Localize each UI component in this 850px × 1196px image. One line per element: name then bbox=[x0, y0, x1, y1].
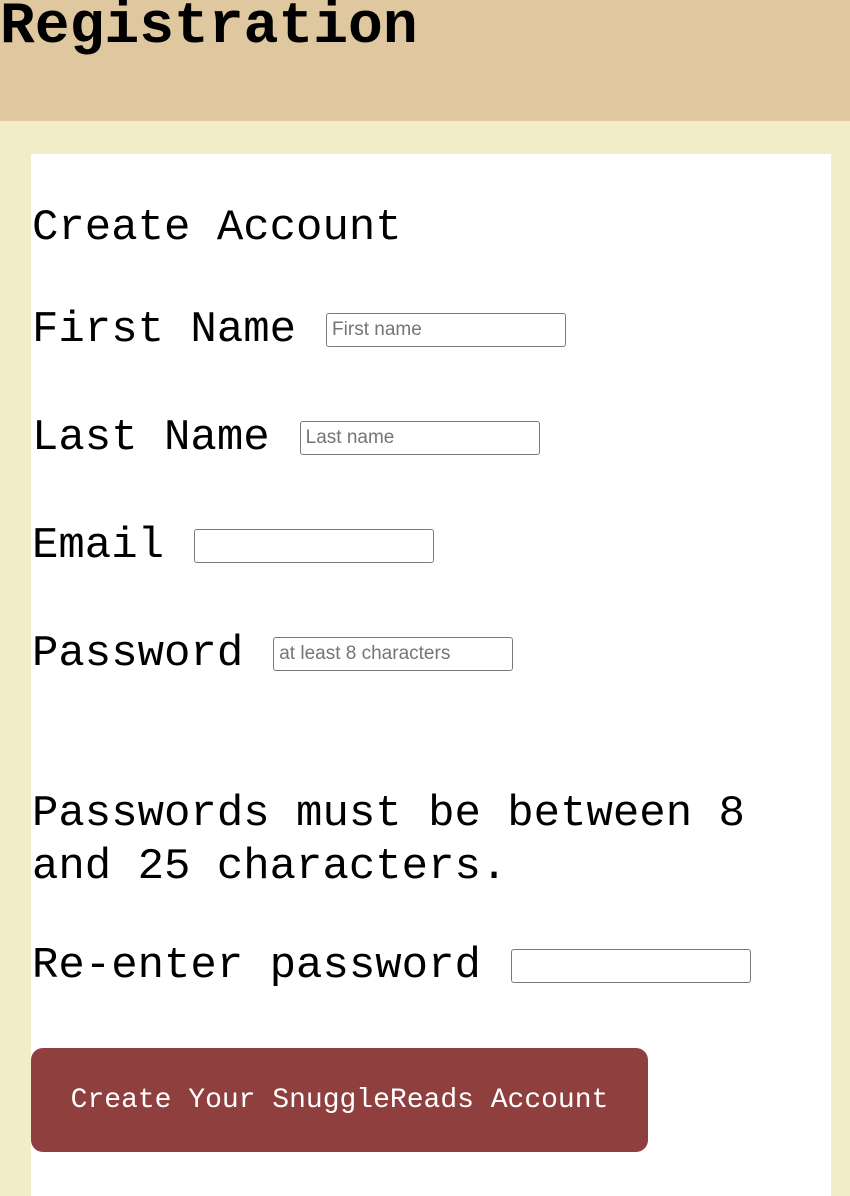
last-name-row: Last Name bbox=[32, 414, 540, 462]
password-row: Password bbox=[32, 629, 514, 679]
confirm-password-label: Re-enter password bbox=[32, 941, 481, 991]
last-name-label: Last Name bbox=[32, 413, 270, 463]
registration-panel: Create Account First Name Last Name Emai… bbox=[31, 154, 831, 1196]
email-row: Email bbox=[32, 521, 435, 571]
email-input[interactable] bbox=[194, 529, 435, 563]
confirm-password-row: Re-enter password bbox=[32, 942, 751, 990]
password-label: Password bbox=[32, 629, 244, 679]
page-title: Registration bbox=[0, 0, 418, 60]
first-name-label: First Name bbox=[32, 305, 297, 355]
first-name-row: First Name bbox=[32, 305, 567, 355]
page-header: Registration bbox=[0, 0, 850, 121]
email-label: Email bbox=[32, 521, 165, 571]
create-account-button[interactable]: Create Your SnuggleReads Account bbox=[31, 1048, 648, 1152]
confirm-password-input[interactable] bbox=[510, 949, 751, 983]
last-name-input[interactable] bbox=[299, 421, 540, 455]
form-heading: Create Account bbox=[32, 203, 402, 253]
password-input[interactable] bbox=[273, 637, 514, 671]
password-requirements-note: Passwords must be between 8 and 25 chara… bbox=[32, 789, 745, 892]
first-name-input[interactable] bbox=[326, 313, 567, 347]
